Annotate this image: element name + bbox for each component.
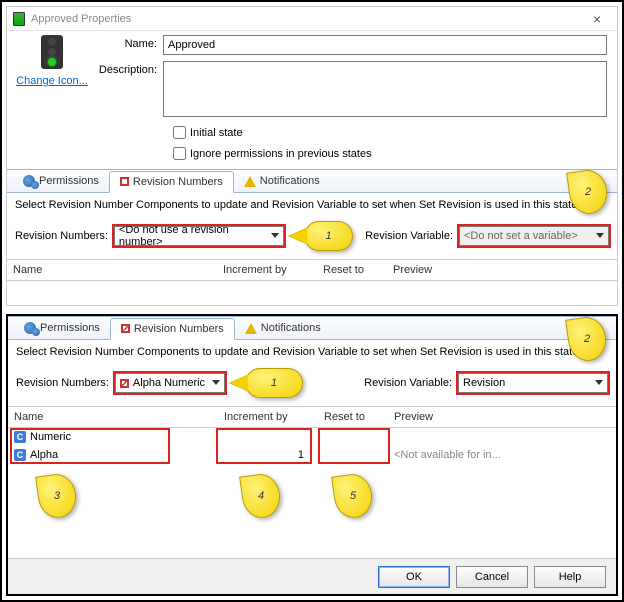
revision-numbers-label: Revision Numbers:: [15, 230, 108, 242]
button-bar: OK Cancel Help: [8, 558, 616, 594]
title-bar: Approved Properties ×: [7, 7, 617, 31]
chevron-down-icon: [595, 380, 603, 385]
description-input[interactable]: [163, 61, 607, 117]
tab-description: Select Revision Number Components to upd…: [7, 193, 617, 217]
col-increment: Increment by: [217, 260, 317, 280]
col-name: Name: [7, 260, 217, 280]
col-preview: Preview: [388, 407, 616, 427]
cancel-button[interactable]: Cancel: [456, 566, 528, 588]
component-icon: C: [14, 449, 26, 461]
permissions-icon: [23, 175, 35, 187]
callout-1b: 1: [245, 368, 303, 398]
close-icon[interactable]: ×: [583, 11, 611, 27]
revision-variable-dropdown[interactable]: <Do not set a variable>: [459, 226, 609, 246]
notifications-icon: [244, 176, 256, 187]
preview-cell: <Not available for in...: [388, 448, 616, 462]
col-reset: Reset to: [317, 260, 387, 280]
name-label: Name:: [87, 35, 163, 55]
chevron-down-icon: [596, 233, 604, 238]
table-row[interactable]: CNumeric: [8, 428, 616, 446]
increment-input[interactable]: [224, 446, 310, 464]
callout-1: 1: [304, 221, 353, 251]
initial-state-label: Initial state: [190, 127, 243, 139]
grid-header: Name Increment by Reset to Preview: [8, 406, 616, 428]
col-preview: Preview: [387, 260, 617, 280]
tab-notifications[interactable]: Notifications: [235, 317, 331, 339]
revision-variable-label: Revision Variable:: [365, 230, 453, 242]
revision-numbers-dropdown[interactable]: Alpha Numeric: [115, 373, 225, 393]
revision-icon: [120, 177, 129, 186]
revision-config-panel: Permissions Revision Numbers Notificatio…: [6, 314, 618, 596]
app-icon: [13, 12, 25, 26]
tab-strip: Permissions Revision Numbers Notificatio…: [7, 169, 617, 193]
grid-header: Name Increment by Reset to Preview: [7, 259, 617, 281]
change-icon-link[interactable]: Change Icon...: [16, 75, 88, 87]
col-name: Name: [8, 407, 218, 427]
state-icon: [41, 35, 63, 69]
help-button[interactable]: Help: [534, 566, 606, 588]
component-icon: C: [14, 431, 26, 443]
tab-notifications[interactable]: Notifications: [234, 170, 330, 192]
notifications-icon: [245, 323, 257, 334]
revision-numbers-label: Revision Numbers:: [16, 377, 109, 389]
callout-3: 3: [35, 472, 79, 521]
chevron-down-icon: [212, 380, 220, 385]
revision-icon: [121, 324, 130, 333]
tab-permissions[interactable]: Permissions: [13, 170, 109, 192]
col-reset: Reset to: [318, 407, 388, 427]
preview-cell: [388, 436, 616, 438]
tab-description: Select Revision Number Components to upd…: [8, 340, 616, 364]
callout-5: 5: [331, 472, 375, 521]
tab-strip: Permissions Revision Numbers Notificatio…: [8, 316, 616, 340]
increment-input[interactable]: [224, 428, 310, 446]
revision-numbers-dropdown[interactable]: <Do not use a revision number>: [114, 226, 284, 246]
chevron-down-icon: [271, 233, 279, 238]
initial-state-checkbox[interactable]: [173, 126, 186, 139]
description-label: Description:: [87, 61, 163, 117]
tab-revision-numbers[interactable]: Revision Numbers: [110, 318, 235, 340]
permissions-icon: [24, 322, 36, 334]
callout-4: 4: [239, 472, 283, 521]
revision-icon: [120, 379, 129, 388]
reset-input[interactable]: [324, 446, 384, 464]
approved-properties-dialog: Approved Properties × Change Icon... Nam…: [6, 6, 618, 306]
col-increment: Increment by: [218, 407, 318, 427]
grid-body: CNumeric CAlpha <Not available for in...…: [8, 428, 616, 464]
window-title: Approved Properties: [31, 13, 583, 25]
tab-permissions[interactable]: Permissions: [14, 317, 110, 339]
reset-input[interactable]: [324, 428, 384, 446]
tab-revision-numbers[interactable]: Revision Numbers: [109, 171, 234, 193]
revision-variable-label: Revision Variable:: [364, 377, 452, 389]
revision-variable-dropdown[interactable]: Revision: [458, 373, 608, 393]
name-input[interactable]: [163, 35, 607, 55]
table-row[interactable]: CAlpha <Not available for in...: [8, 446, 616, 464]
ignore-permissions-checkbox[interactable]: [173, 147, 186, 160]
ok-button[interactable]: OK: [378, 566, 450, 588]
ignore-permissions-label: Ignore permissions in previous states: [190, 148, 372, 160]
